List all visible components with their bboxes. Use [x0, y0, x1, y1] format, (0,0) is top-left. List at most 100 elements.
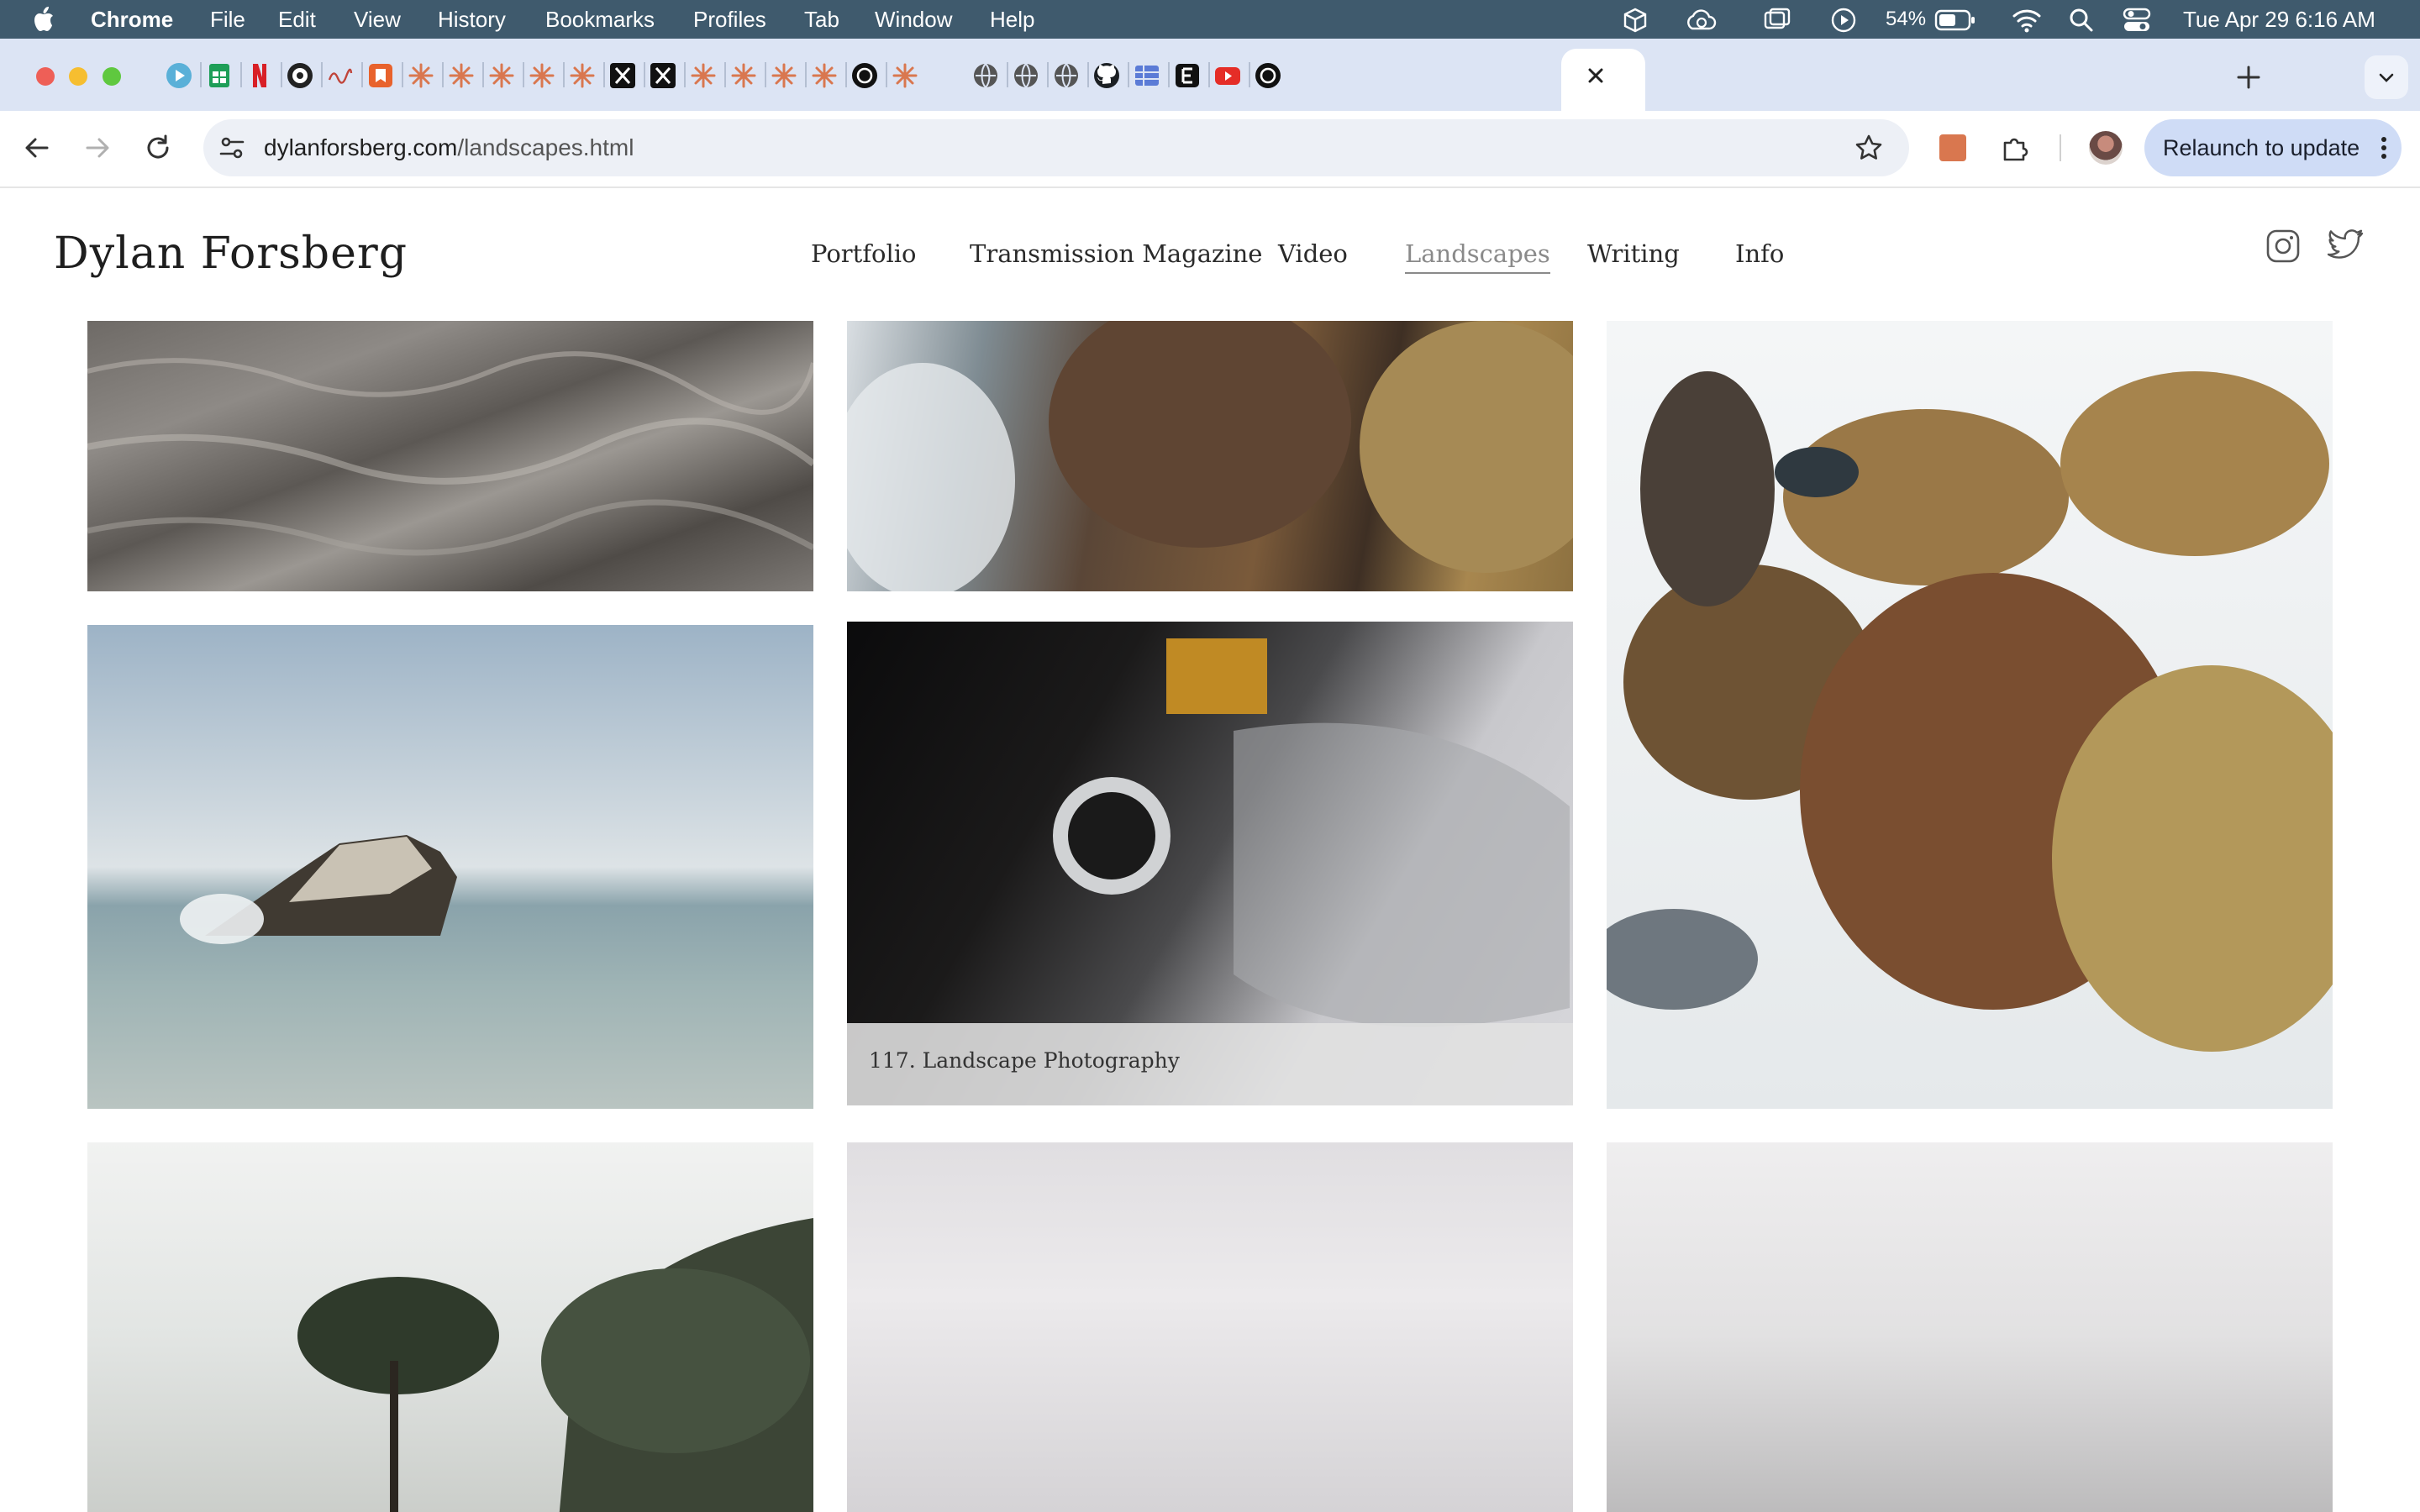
tab-favicon-claude-icon[interactable] [568, 61, 597, 90]
reload-icon[interactable] [143, 133, 173, 163]
battery-percent: 54% [1886, 8, 1927, 30]
tab-favicon-claude-icon[interactable] [729, 61, 758, 90]
back-arrow-icon[interactable] [22, 133, 52, 163]
zoom-window-button[interactable] [103, 67, 121, 86]
control-center-icon[interactable] [2123, 7, 2151, 34]
tab-separator [482, 62, 484, 87]
menu-help[interactable]: Help [990, 5, 1034, 34]
menu-clock[interactable]: Tue Apr 29 6:16 AM [2183, 5, 2375, 34]
tab-favicon-claude-icon[interactable] [407, 61, 435, 90]
close-window-button[interactable] [36, 67, 55, 86]
tab-favicon-claude-icon[interactable] [891, 61, 919, 90]
tab-favicon-claude-icon[interactable] [689, 61, 718, 90]
nav-portfolio[interactable]: Portfolio [811, 235, 917, 272]
menu-app-chrome[interactable]: Chrome [91, 5, 173, 34]
claude-icon [570, 63, 595, 88]
tab-favicon-globe-icon[interactable] [971, 61, 1000, 90]
fog-photo[interactable] [1607, 1142, 2333, 1512]
now-playing-icon[interactable] [1830, 7, 1857, 34]
tab-favicon-claude-icon[interactable] [447, 61, 476, 90]
tab-separator [1168, 62, 1170, 87]
extensions-puzzle-icon[interactable] [2000, 133, 2030, 163]
x-icon [650, 63, 676, 88]
tab-favicon-github-icon[interactable] [1092, 61, 1121, 90]
tab-separator [1087, 62, 1089, 87]
extension-audio-icon[interactable] [1939, 134, 1966, 161]
motorcycle-gauge-photo[interactable]: 117. Landscape Photography [847, 622, 1573, 1105]
tab-favicon-aperture-icon[interactable] [286, 61, 314, 90]
trees-sky-photo[interactable] [87, 1142, 813, 1512]
youtube-icon [1215, 67, 1240, 85]
tab-favicon-squiggle-icon[interactable] [326, 61, 355, 90]
url-text[interactable]: dylanforsberg.com/landscapes.html [264, 133, 634, 163]
aperture-icon [287, 63, 313, 88]
tab-strip [0, 39, 2420, 111]
tab-favicon-youtube-icon[interactable] [1213, 61, 1242, 90]
wifi-icon[interactable] [2012, 8, 2042, 33]
cloud-sync-icon[interactable] [1684, 7, 1718, 34]
menu-tab[interactable]: Tab [804, 5, 839, 34]
tab-favicon-claude-icon[interactable] [528, 61, 556, 90]
tab-favicon-x-icon[interactable] [608, 61, 637, 90]
nav-transmission-magazine[interactable]: Transmission Magazine [970, 235, 1262, 272]
tab-favicon-x-icon[interactable] [649, 61, 677, 90]
url-path: /landscapes.html [457, 134, 634, 160]
menu-view[interactable]: View [354, 5, 401, 34]
rocks-surf-photo[interactable] [1607, 321, 2333, 1109]
chevron-down-icon [2379, 73, 2394, 82]
site-title[interactable]: Dylan Forsberg [54, 222, 408, 286]
nav-landscapes[interactable]: Landscapes [1405, 235, 1550, 274]
menu-window[interactable]: Window [875, 5, 952, 34]
tab-favicon-claude-icon[interactable] [770, 61, 798, 90]
menu-profiles[interactable]: Profiles [693, 5, 766, 34]
bookmark-star-icon[interactable] [1854, 133, 1884, 163]
tab-favicon-claude-icon[interactable] [487, 61, 516, 90]
nav-video[interactable]: Video [1278, 235, 1348, 272]
tab-separator [603, 62, 605, 87]
profile-avatar[interactable] [2089, 131, 2123, 165]
haze-photo[interactable] [847, 1142, 1573, 1512]
tab-favicon-close-icon[interactable] [1581, 61, 1610, 90]
tab-separator [724, 62, 726, 87]
box-icon[interactable] [1622, 7, 1649, 34]
menu-edit[interactable]: Edit [278, 5, 316, 34]
battery-icon[interactable] [1934, 9, 1976, 31]
tab-favicon-claude-icon[interactable] [810, 61, 839, 90]
twitter-icon[interactable] [2328, 228, 2365, 262]
nav-info[interactable]: Info [1735, 235, 1784, 272]
tab-separator [361, 62, 363, 87]
tab-favicon-grid-icon[interactable] [1133, 61, 1161, 90]
foam-rocks-photo[interactable] [847, 321, 1573, 591]
tab-separator [1128, 62, 1129, 87]
menu-history[interactable]: History [438, 5, 506, 34]
spotlight-search-icon[interactable] [2069, 8, 2094, 33]
more-vertical-icon[interactable] [2371, 134, 2396, 161]
relaunch-to-update-button[interactable]: Relaunch to update [2144, 119, 2402, 176]
new-tab-icon[interactable] [2233, 62, 2264, 92]
tab-favicon-globe-icon[interactable] [1052, 61, 1081, 90]
nav-writing[interactable]: Writing [1587, 235, 1680, 272]
tab-favicon-sheets-icon[interactable] [205, 61, 234, 90]
claude-icon [529, 63, 555, 88]
toolbar-divider [2060, 134, 2061, 161]
tab-favicon-netflix-icon[interactable] [245, 61, 274, 90]
sea-rock-photo[interactable] [87, 625, 813, 1109]
github-icon [1094, 63, 1119, 88]
tab-favicon-e-icon[interactable] [1173, 61, 1202, 90]
instagram-icon[interactable] [2265, 228, 2301, 264]
tab-favicon-bookmark-icon[interactable] [366, 61, 395, 90]
menu-bookmarks[interactable]: Bookmarks [545, 5, 655, 34]
claude-icon [731, 63, 756, 88]
tab-favicon-play-icon[interactable] [165, 61, 193, 90]
globe-icon [1014, 63, 1038, 88]
site-info-icon[interactable] [217, 133, 247, 163]
menu-file[interactable]: File [210, 5, 245, 34]
minimize-window-button[interactable] [69, 67, 87, 86]
apple-icon[interactable] [32, 6, 55, 33]
forward-arrow-icon[interactable] [82, 133, 113, 163]
tab-favicon-globe-icon[interactable] [1012, 61, 1040, 90]
water-ripples-photo[interactable] [87, 321, 813, 591]
tab-favicon-openai-icon[interactable] [1254, 61, 1282, 90]
tab-favicon-openai-icon[interactable] [850, 61, 879, 90]
screen-mirror-icon[interactable] [1763, 8, 1791, 33]
